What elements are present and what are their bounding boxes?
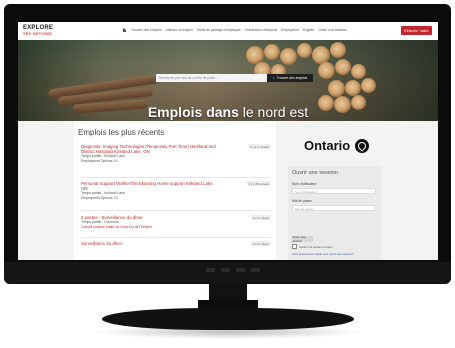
job-employer: Conseil scolaire public du Nord-Est de l…	[81, 225, 152, 229]
log-end	[335, 59, 351, 75]
nav-item-employers[interactable]: Employeurs	[281, 28, 299, 32]
signup-button[interactable]: S'inscrire 'maint.	[401, 26, 432, 35]
login-title: Ouvrir une session	[292, 170, 338, 176]
hero-title-light: le nord est	[242, 104, 309, 120]
monitor-bezel	[4, 262, 451, 284]
logo-sub: TES OPTIONS	[23, 32, 53, 36]
job-listing: Diagnostic Imaging Technologist (Tempora…	[81, 144, 271, 164]
login-help-link[interactable]: Vous avez besoin d'aide pour ouvrir une …	[292, 252, 353, 256]
divider	[81, 237, 271, 238]
job-listing: Surveillance du dîner Il y a 1 heure	[81, 241, 271, 246]
trillium-icon	[355, 138, 370, 153]
hero-banner: Recherche par mot-clé ou titre de poste.…	[18, 40, 438, 121]
job-title-link[interactable]: Personal Support Worker/Timiskaming Home…	[81, 181, 221, 191]
nav-item-sharing-tools[interactable]: Outils de partage d'employés	[197, 28, 241, 32]
login-button[interactable]: Ouvrir une session	[292, 235, 313, 243]
hero-title-bold: Emplois dans	[147, 104, 239, 120]
remember-me[interactable]: Garder ma session ouverte	[292, 244, 333, 249]
nav-item-find-jobs[interactable]: Trouver des emplois	[131, 28, 162, 32]
site-logo[interactable]: EXPLORE TES OPTIONS	[23, 25, 53, 37]
nav-item-job-seekers[interactable]: Chercheurs d'emplois	[244, 28, 277, 32]
divider	[81, 210, 271, 211]
log-end	[280, 48, 297, 65]
password-label: Mot de passe	[292, 199, 312, 203]
job-title-link[interactable]: Diagnostic Imaging Technologist (Tempora…	[81, 144, 221, 154]
password-field[interactable]: Mot de passe	[292, 205, 376, 211]
login-panel: Ouvrir une session Nom d'utilisateur Nom…	[288, 166, 381, 260]
log-end	[351, 64, 366, 79]
top-navbar: EXPLORE TES OPTIONS Trouver des emplois …	[18, 22, 438, 41]
username-field[interactable]: Nom d'utilisateur	[292, 188, 376, 194]
log-end	[264, 44, 280, 60]
log-end	[345, 80, 361, 96]
job-search-input[interactable]: Recherche par mot-clé ou titre de poste.…	[156, 74, 267, 82]
job-title-link[interactable]: Surveillance du dîner	[81, 241, 271, 246]
job-employer: Employment Options, KL	[81, 159, 119, 163]
job-employer: Employment Options, KL	[81, 196, 119, 200]
log-end	[297, 43, 312, 58]
remember-checkbox[interactable]	[292, 244, 297, 249]
job-search-bar: Recherche par mot-clé ou titre de poste.…	[156, 74, 313, 82]
screen: EXPLORE TES OPTIONS Trouver des emplois …	[18, 22, 438, 260]
job-date-badge: Il y a 45 minutes	[246, 181, 271, 186]
nav-item-login[interactable]: Ouvrir une session	[318, 28, 346, 32]
job-listing: 2 postes - Surveillance du dîner Temps p…	[81, 215, 271, 230]
main-content: Emplois les plus récents Diagnostic Imag…	[18, 121, 438, 260]
log-end	[361, 78, 376, 93]
hero-title: Emplois dans le nord est	[18, 104, 438, 120]
nav-item-post-job[interactable]: Afficher un emploi	[166, 28, 193, 32]
recent-jobs-title: Emplois les plus récents	[78, 128, 165, 137]
job-search-button-label: Trouver des emplois	[276, 76, 308, 80]
monitor-stand-base	[102, 308, 354, 330]
remember-label: Garder ma session ouverte	[299, 244, 333, 249]
job-listing: Personal Support Worker/Timiskaming Home…	[81, 181, 271, 201]
job-search-button[interactable]: ⌕ Trouver des emplois	[267, 74, 313, 82]
job-date-badge: Il y a 1 heure	[250, 241, 271, 246]
username-label: Nom d'utilisateur	[292, 182, 317, 186]
nav-item-english[interactable]: English	[303, 28, 314, 32]
log-end	[330, 42, 346, 58]
divider	[81, 177, 271, 178]
job-date-badge: Il y a 4 minutes	[248, 144, 271, 149]
job-date-badge: Il y a 1 heure	[250, 215, 271, 220]
main-nav: Trouver des emplois Afficher un emploi O…	[122, 28, 346, 32]
monitor-buttons	[206, 268, 260, 272]
home-icon[interactable]	[122, 28, 127, 32]
log-end	[318, 62, 335, 79]
ontario-wordmark: Ontario	[304, 138, 351, 153]
ontario-logo[interactable]: Ontario	[304, 138, 370, 153]
log-end	[328, 80, 345, 97]
search-icon: ⌕	[272, 76, 275, 80]
